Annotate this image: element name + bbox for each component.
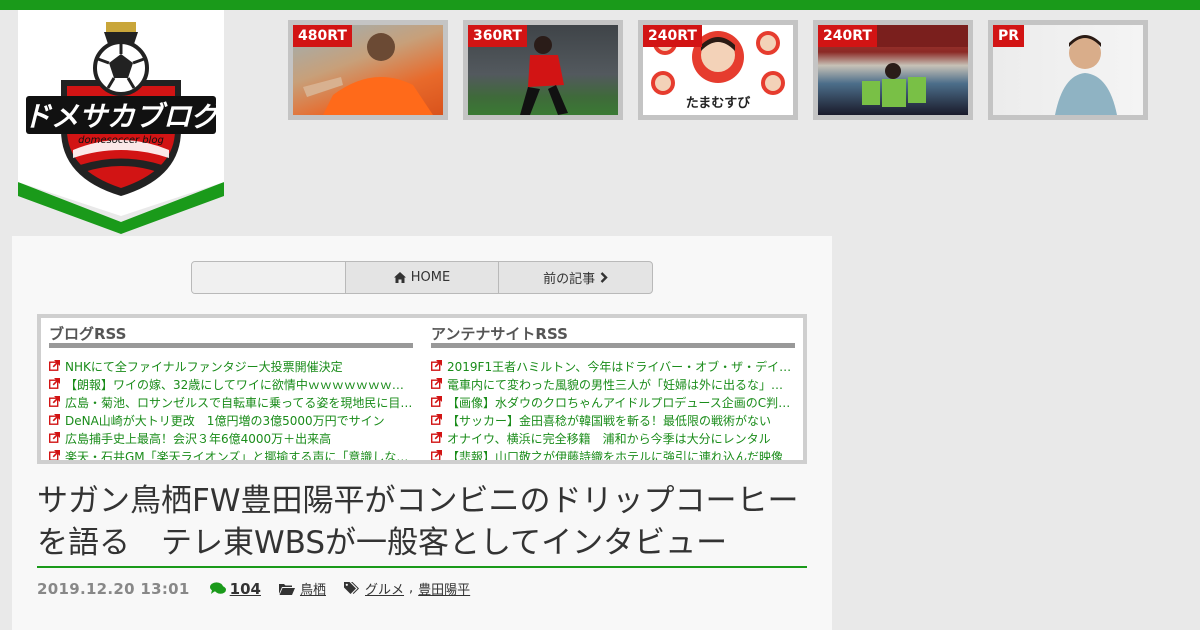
post-date: 2019.12.20 13:01 [37, 579, 190, 598]
antenna-rss-list: 2019F1王者ハミルトン、今年はドライバー・オブ・ザ・デイに選ばれず電車内にて… [431, 358, 795, 464]
rss-item-title: 2019F1王者ハミルトン、今年はドライバー・オブ・ザ・デイに選ばれず [447, 360, 795, 374]
external-link-icon [431, 412, 447, 430]
blog-rss-heading: ブログRSS [49, 324, 413, 348]
category: 鳥栖 [278, 579, 326, 598]
rss-item[interactable]: 2019F1王者ハミルトン、今年はドライバー・オブ・ザ・デイに選ばれず [431, 358, 795, 376]
tag-separator: , [409, 581, 414, 596]
external-link-icon [431, 376, 447, 394]
home-icon [393, 272, 406, 283]
rss-item-title: 【サッカー】金田喜稔が韓国戦を斬る！最低限の戦術がない [447, 414, 772, 428]
rss-item[interactable]: 広島・菊池、ロサンゼルスで自転車に乗ってる姿を現地民に目撃される [49, 394, 413, 412]
rss-item[interactable]: 電車内にて変わった風貌の男性三人が「妊婦は外に出るな」と騒ぐ [431, 376, 795, 394]
external-link-icon [431, 448, 447, 460]
comment-link[interactable]: 104 [209, 579, 261, 598]
rss-item-title: 【画像】水ダウのクロちゃんアイドルプロデュース企画のC判定の子 [447, 396, 795, 410]
comment-count: 104 [229, 579, 261, 598]
logo-text: ドメサカブログ [23, 100, 224, 133]
rt-badge: 240RT [818, 25, 877, 47]
antenna-rss-heading: アンテナサイトRSS [431, 324, 795, 348]
external-link-icon [49, 412, 65, 430]
external-link-icon [49, 358, 65, 376]
rss-item[interactable]: 楽天・石井GM「楽天ライオンズ」と揶揄する声に「意識しないわけではない」 [49, 448, 413, 464]
rt-badge: 480RT [293, 25, 352, 47]
site-logo[interactable]: ドメサカブログ domesoccer blog [18, 10, 224, 234]
rss-item-title: DeNA山崎が大トリ更改 1億円増の3億5000万円でサイン [65, 414, 385, 428]
external-link-icon [431, 358, 447, 376]
rss-item[interactable]: 広島捕手史上最高！会沢３年6億4000万＋出来高 [49, 430, 413, 448]
article-meta: 2019.12.20 13:01 104 鳥栖 グルメ, 豊田陽平 [37, 579, 470, 599]
rss-item[interactable]: 【悲報】山口敬之が伊藤詩織をホテルに強引に連れ込んだ映像 [431, 448, 795, 464]
rss-item[interactable]: DeNA山崎が大トリ更改 1億円増の3億5000万円でサイン [49, 412, 413, 430]
rss-widget: ブログRSS NHKにて全ファイナルファンタジー大投票開催決定【朗報】ワイの嫁、… [37, 314, 807, 464]
top-accent-bar [0, 0, 1200, 10]
rss-item[interactable]: NHKにて全ファイナルファンタジー大投票開催決定 [49, 358, 413, 376]
rss-item-title: 楽天・石井GM「楽天ライオンズ」と揶揄する声に「意識しないわけではない」 [65, 450, 413, 464]
prev-article-button[interactable]: 前の記事 [499, 262, 652, 293]
folder-open-icon [278, 583, 295, 595]
external-link-icon [49, 376, 65, 394]
title-divider [37, 566, 807, 568]
thumbnail-caption: たまむすび [685, 96, 751, 111]
blog-rss-column: ブログRSS NHKにて全ファイナルファンタジー大投票開催決定【朗報】ワイの嫁、… [49, 324, 413, 464]
external-link-icon [49, 430, 65, 448]
thumbnail-3[interactable]: たまむすび 240RT [638, 20, 798, 120]
article-title: サガン鳥栖FW豊田陽平がコンビニのドリップコーヒーを語る テレ東WBSが一般客と… [37, 483, 799, 561]
antenna-rss-column: アンテナサイトRSS 2019F1王者ハミルトン、今年はドライバー・オブ・ザ・デ… [431, 324, 795, 464]
external-link-icon [49, 394, 65, 412]
article-navigation: HOME 前の記事 [191, 261, 653, 294]
thumbnail-2[interactable]: 360RT [463, 20, 623, 120]
rt-badge: 240RT [643, 25, 702, 47]
article-panel: HOME 前の記事 ブログRSS NHKにて全ファイナルファンタジー大投票開催決… [12, 236, 832, 630]
external-link-icon [431, 430, 447, 448]
tags: グルメ, 豊田陽平 [344, 579, 470, 598]
rt-badge: 360RT [468, 25, 527, 47]
thumbnail-5[interactable]: PR [988, 20, 1148, 120]
rss-item[interactable]: 【朗報】ワイの嫁、32歳にしてワイに欲情中ｗｗｗｗｗｗｗｗｗ [49, 376, 413, 394]
rss-item[interactable]: 【画像】水ダウのクロちゃんアイドルプロデュース企画のC判定の子 [431, 394, 795, 412]
thumbnail-1[interactable]: 480RT [288, 20, 448, 120]
nav-empty-cell [192, 262, 346, 293]
chevron-right-icon [600, 272, 608, 283]
rss-item-title: 広島・菊池、ロサンゼルスで自転車に乗ってる姿を現地民に目撃される [65, 396, 413, 410]
category-link[interactable]: 鳥栖 [300, 579, 326, 598]
home-label: HOME [410, 270, 451, 285]
rss-item-title: 【朗報】ワイの嫁、32歳にしてワイに欲情中ｗｗｗｗｗｗｗｗｗ [65, 378, 413, 392]
rss-item[interactable]: オナイウ、横浜に完全移籍 浦和から今季は大分にレンタル [431, 430, 795, 448]
comments-icon [209, 582, 226, 594]
tag-link[interactable]: グルメ [365, 579, 404, 598]
blog-rss-list: NHKにて全ファイナルファンタジー大投票開催決定【朗報】ワイの嫁、32歳にしてワ… [49, 358, 413, 464]
thumbnail-4[interactable]: 240RT [813, 20, 973, 120]
rss-item-title: 【悲報】山口敬之が伊藤詩織をホテルに強引に連れ込んだ映像 [447, 450, 784, 464]
logo-subtext: domesoccer blog [78, 135, 164, 146]
tags-icon [344, 582, 359, 594]
home-button[interactable]: HOME [346, 262, 500, 293]
tag-link[interactable]: 豊田陽平 [418, 579, 470, 598]
rss-item-title: NHKにて全ファイナルファンタジー大投票開催決定 [65, 360, 343, 374]
rss-item[interactable]: 【サッカー】金田喜稔が韓国戦を斬る！最低限の戦術がない [431, 412, 795, 430]
rss-item-title: オナイウ、横浜に完全移籍 浦和から今季は大分にレンタル [447, 432, 771, 446]
external-link-icon [431, 394, 447, 412]
external-link-icon [49, 448, 65, 460]
rss-item-title: 電車内にて変わった風貌の男性三人が「妊婦は外に出るな」と騒ぐ [447, 378, 795, 392]
rss-item-title: 広島捕手史上最高！会沢３年6億4000万＋出来高 [65, 432, 332, 446]
pr-badge: PR [993, 25, 1025, 47]
prev-article-label: 前の記事 [543, 272, 596, 287]
